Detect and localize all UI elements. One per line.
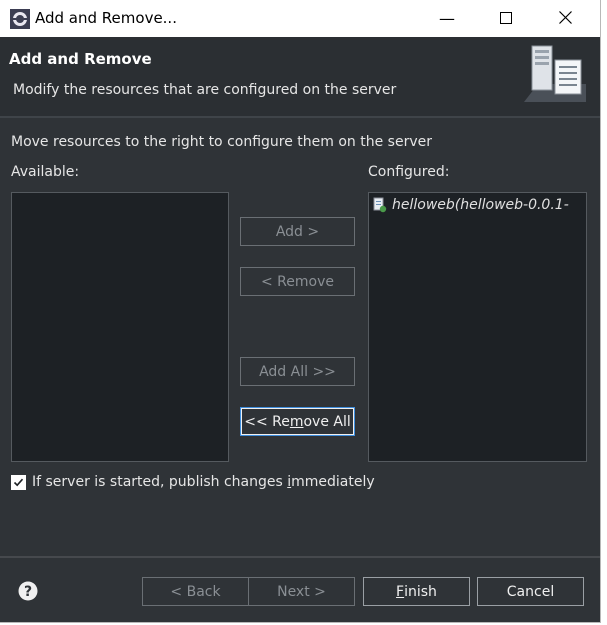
add-all-button[interactable]: Add All >> bbox=[240, 357, 355, 386]
checkmark-icon bbox=[13, 478, 24, 486]
publish-label-pre: If server is started, publish changes bbox=[32, 474, 288, 490]
close-button[interactable] bbox=[536, 0, 594, 37]
minimize-icon: — bbox=[439, 9, 455, 28]
finish-button[interactable]: Finish bbox=[363, 577, 470, 606]
publish-checkbox[interactable] bbox=[11, 474, 26, 490]
add-remove-dialog: Add and Remove... — Add and Remove Modif… bbox=[0, 0, 601, 623]
next-button[interactable]: Next > bbox=[248, 577, 355, 606]
maximize-button[interactable] bbox=[477, 0, 535, 37]
finish-label-post: inish bbox=[404, 583, 437, 600]
eclipse-app-icon bbox=[10, 9, 30, 29]
list-item-label: helloweb(helloweb-0.0.1- bbox=[392, 197, 569, 213]
web-module-icon bbox=[373, 197, 387, 213]
instruction-text: Move resources to the right to configure… bbox=[11, 134, 432, 150]
publish-label-post: mmediately bbox=[291, 474, 375, 490]
finish-mnemonic: F bbox=[396, 583, 405, 600]
list-item[interactable]: helloweb(helloweb-0.0.1- bbox=[373, 195, 569, 215]
maximize-icon bbox=[500, 9, 512, 28]
available-list[interactable] bbox=[11, 192, 229, 462]
configured-label: Configured: bbox=[368, 164, 450, 180]
remove-all-mnemonic: m bbox=[289, 413, 304, 430]
page-description: Modify the resources that are configured… bbox=[13, 82, 397, 98]
minimize-button[interactable]: — bbox=[418, 0, 476, 37]
available-label: Available: bbox=[11, 164, 80, 180]
server-banner-icon bbox=[524, 44, 586, 102]
back-button[interactable]: < Back bbox=[142, 577, 249, 606]
footer-separator bbox=[0, 556, 600, 558]
svg-text:?: ? bbox=[24, 584, 32, 600]
window-title: Add and Remove... bbox=[35, 9, 177, 27]
add-button[interactable]: Add > bbox=[240, 217, 355, 246]
remove-all-label-pre: << Re bbox=[244, 413, 290, 430]
title-bar: Add and Remove... — bbox=[0, 0, 600, 37]
remove-all-label-post: ove All bbox=[303, 413, 351, 430]
configured-list[interactable]: helloweb(helloweb-0.0.1- bbox=[368, 192, 587, 462]
header-separator bbox=[0, 116, 600, 118]
publish-option[interactable]: If server is started, publish changes im… bbox=[11, 474, 375, 490]
remove-button[interactable]: < Remove bbox=[240, 267, 355, 296]
close-icon bbox=[558, 9, 572, 28]
remove-all-button[interactable]: << Re m ove All bbox=[240, 407, 355, 436]
question-icon[interactable]: ? bbox=[18, 581, 38, 601]
dialog-header bbox=[0, 37, 600, 116]
page-title: Add and Remove bbox=[9, 50, 152, 68]
cancel-button[interactable]: Cancel bbox=[477, 577, 584, 606]
